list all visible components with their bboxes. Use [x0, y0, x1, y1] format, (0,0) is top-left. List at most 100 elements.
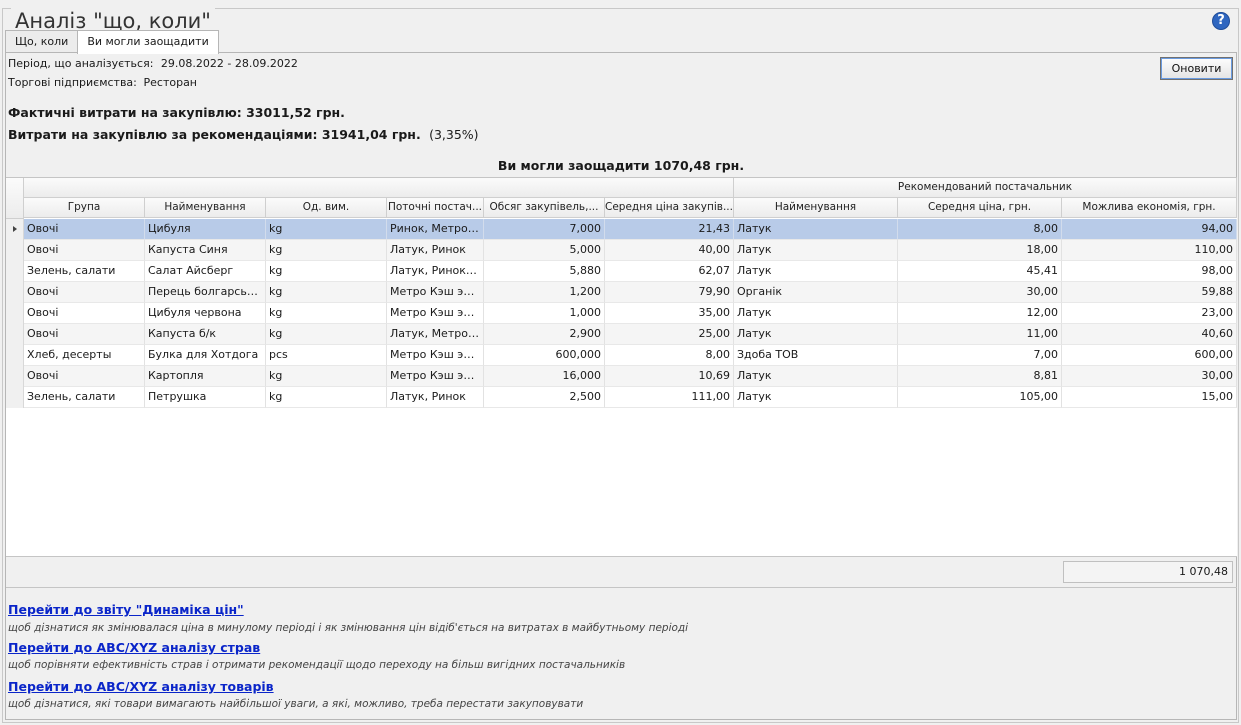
cell-rec-avg-price[interactable]: 30,00: [898, 282, 1062, 303]
row-indicator[interactable]: [6, 303, 24, 324]
cell-current-suppliers[interactable]: Ринок, Метро ...: [387, 219, 484, 240]
cell-volume[interactable]: 7,000: [484, 219, 605, 240]
tab-could-save[interactable]: Ви могли заощадити: [77, 30, 219, 54]
tab-what-when[interactable]: Що, коли: [5, 30, 79, 53]
cell-rec-supplier[interactable]: Латук: [734, 303, 898, 324]
row-indicator[interactable]: [6, 345, 24, 366]
table-row[interactable]: Овочі Капуста Синя kg Латук, Ринок 5,000 40,0…: [6, 240, 1237, 261]
cell-avg-price[interactable]: 21,43: [605, 219, 734, 240]
cell-volume[interactable]: 600,000: [484, 345, 605, 366]
cell-unit[interactable]: kg: [266, 219, 387, 240]
column-header-possible-savings[interactable]: Можлива економія, грн.: [1062, 198, 1237, 218]
table-row[interactable]: Зелень, салати Салат Айсберг kg Латук, Рино…: [6, 261, 1237, 282]
cell-rec-supplier[interactable]: Латук: [734, 240, 898, 261]
column-header-current-suppliers[interactable]: Поточні постач...: [387, 198, 484, 218]
cell-current-suppliers[interactable]: Латук, Ринок: [387, 387, 484, 408]
cell-avg-price[interactable]: 25,00: [605, 324, 734, 345]
update-button[interactable]: Оновити: [1160, 57, 1233, 80]
cell-possible-savings[interactable]: 600,00: [1062, 345, 1237, 366]
column-header-rec-avg-price[interactable]: Середня ціна, грн.: [898, 198, 1062, 218]
cell-unit[interactable]: kg: [266, 387, 387, 408]
cell-name[interactable]: Салат Айсберг: [145, 261, 266, 282]
cell-rec-avg-price[interactable]: 12,00: [898, 303, 1062, 324]
cell-group[interactable]: Хлеб, десерты: [24, 345, 145, 366]
link-price-dynamics[interactable]: Перейти до звіту "Динаміка цін": [8, 602, 244, 617]
column-header-rec-supplier[interactable]: Найменування: [734, 198, 898, 218]
row-indicator[interactable]: [6, 282, 24, 303]
cell-rec-avg-price[interactable]: 105,00: [898, 387, 1062, 408]
cell-name[interactable]: Перець болгарський: [145, 282, 266, 303]
cell-current-suppliers[interactable]: Метро Кэш энд...: [387, 345, 484, 366]
cell-rec-supplier[interactable]: Латук: [734, 324, 898, 345]
cell-avg-price[interactable]: 62,07: [605, 261, 734, 282]
cell-possible-savings[interactable]: 59,88: [1062, 282, 1237, 303]
cell-name[interactable]: Булка для Хотдога: [145, 345, 266, 366]
table-row[interactable]: Хлеб, десерты Булка для Хотдога pcs Метро К…: [6, 345, 1237, 366]
cell-volume[interactable]: 5,880: [484, 261, 605, 282]
column-header-group[interactable]: Група: [24, 198, 145, 218]
cell-volume[interactable]: 1,000: [484, 303, 605, 324]
row-indicator[interactable]: [6, 240, 24, 261]
cell-possible-savings[interactable]: 110,00: [1062, 240, 1237, 261]
cell-rec-supplier[interactable]: Латук: [734, 387, 898, 408]
cell-possible-savings[interactable]: 30,00: [1062, 366, 1237, 387]
column-header-avg-price[interactable]: Середня ціна закупів...: [605, 198, 734, 218]
cell-name[interactable]: Капуста б/к: [145, 324, 266, 345]
cell-possible-savings[interactable]: 23,00: [1062, 303, 1237, 324]
cell-name[interactable]: Цибуля червона: [145, 303, 266, 324]
table-row[interactable]: Овочі Перець болгарський kg Метро Кэш энд..…: [6, 282, 1237, 303]
cell-unit[interactable]: kg: [266, 282, 387, 303]
cell-rec-avg-price[interactable]: 8,00: [898, 219, 1062, 240]
cell-avg-price[interactable]: 10,69: [605, 366, 734, 387]
cell-rec-avg-price[interactable]: 7,00: [898, 345, 1062, 366]
column-header-name[interactable]: Найменування: [145, 198, 266, 218]
cell-name[interactable]: Петрушка: [145, 387, 266, 408]
cell-unit[interactable]: pcs: [266, 345, 387, 366]
cell-avg-price[interactable]: 8,00: [605, 345, 734, 366]
cell-possible-savings[interactable]: 40,60: [1062, 324, 1237, 345]
link-abc-goods[interactable]: Перейти до ABC/XYZ аналізу товарів: [8, 679, 274, 694]
column-header-volume[interactable]: Обсяг закупівель,...: [484, 198, 605, 218]
cell-group[interactable]: Овочі: [24, 282, 145, 303]
cell-volume[interactable]: 1,200: [484, 282, 605, 303]
cell-unit[interactable]: kg: [266, 240, 387, 261]
cell-current-suppliers[interactable]: Метро Кэш энд...: [387, 303, 484, 324]
cell-current-suppliers[interactable]: Метро Кэш энд...: [387, 366, 484, 387]
cell-current-suppliers[interactable]: Латук, Метро ...: [387, 324, 484, 345]
cell-volume[interactable]: 5,000: [484, 240, 605, 261]
cell-unit[interactable]: kg: [266, 324, 387, 345]
cell-unit[interactable]: kg: [266, 303, 387, 324]
column-header-unit[interactable]: Од. вим.: [266, 198, 387, 218]
row-indicator[interactable]: [6, 219, 24, 240]
cell-group[interactable]: Овочі: [24, 366, 145, 387]
row-indicator[interactable]: [6, 387, 24, 408]
row-indicator[interactable]: [6, 261, 24, 282]
cell-volume[interactable]: 2,500: [484, 387, 605, 408]
cell-rec-supplier[interactable]: Латук: [734, 366, 898, 387]
cell-group[interactable]: Зелень, салати: [24, 387, 145, 408]
row-indicator[interactable]: [6, 324, 24, 345]
table-row[interactable]: Овочі Картопля kg Метро Кэш энд... 16,000 10,…: [6, 366, 1237, 387]
cell-group[interactable]: Зелень, салати: [24, 261, 145, 282]
table-row[interactable]: Овочі Капуста б/к kg Латук, Метро ... 2,900 2…: [6, 324, 1237, 345]
cell-current-suppliers[interactable]: Метро Кэш энд...: [387, 282, 484, 303]
cell-avg-price[interactable]: 35,00: [605, 303, 734, 324]
cell-possible-savings[interactable]: 94,00: [1062, 219, 1237, 240]
cell-group[interactable]: Овочі: [24, 324, 145, 345]
cell-avg-price[interactable]: 40,00: [605, 240, 734, 261]
table-row[interactable]: Зелень, салати Петрушка kg Латук, Ринок 2,50…: [6, 387, 1237, 408]
cell-possible-savings[interactable]: 98,00: [1062, 261, 1237, 282]
savings-grid[interactable]: Рекомендований постачальник Група Наймену…: [6, 177, 1237, 557]
cell-name[interactable]: Цибуля: [145, 219, 266, 240]
cell-rec-supplier[interactable]: Латук: [734, 219, 898, 240]
cell-rec-avg-price[interactable]: 11,00: [898, 324, 1062, 345]
row-indicator[interactable]: [6, 366, 24, 387]
help-icon[interactable]: ?: [1212, 12, 1230, 30]
cell-unit[interactable]: kg: [266, 366, 387, 387]
cell-group[interactable]: Овочі: [24, 303, 145, 324]
table-row[interactable]: Овочі Цибуля kg Ринок, Метро ... 7,000 21,43 Л…: [6, 219, 1237, 240]
cell-unit[interactable]: kg: [266, 261, 387, 282]
cell-current-suppliers[interactable]: Латук, Ринок, ...: [387, 261, 484, 282]
cell-rec-avg-price[interactable]: 18,00: [898, 240, 1062, 261]
cell-possible-savings[interactable]: 15,00: [1062, 387, 1237, 408]
